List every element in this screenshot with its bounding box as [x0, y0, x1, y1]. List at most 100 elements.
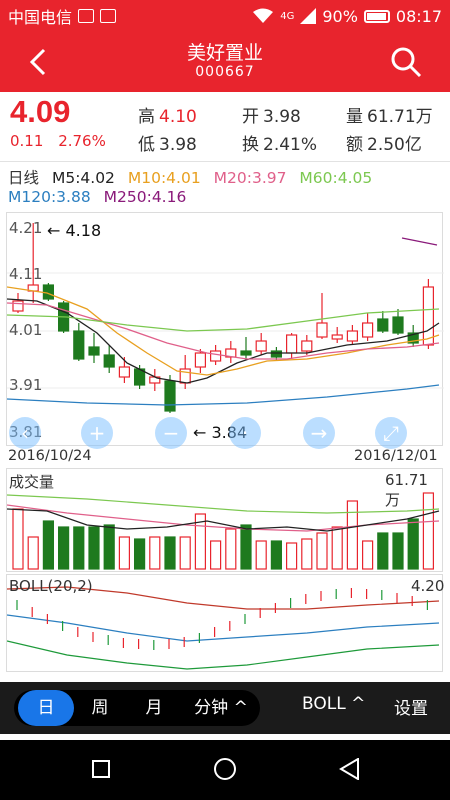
- volume-bar: [286, 542, 298, 570]
- pan-icon[interactable]: ·: [229, 417, 261, 449]
- zoom-in-icon[interactable]: +: [81, 417, 113, 449]
- candle-body: [255, 340, 267, 352]
- turnover-value: 2.41%: [263, 135, 318, 155]
- candle-body: [103, 354, 115, 368]
- clock: 08:17: [395, 6, 442, 26]
- ma-legend-row-2: M120:3.88 M250:4.16: [8, 188, 194, 206]
- candle-body: [210, 350, 222, 362]
- battery-icon: [363, 9, 390, 23]
- candle-body: [377, 318, 389, 332]
- volume-bar: [42, 520, 55, 570]
- kline-canvas: [7, 223, 444, 413]
- quote-panel: 4.09 0.11 2.76% 高 4.10 低 3.98 开 3.98 换 2.41%…: [0, 92, 450, 162]
- stock-code: 000667: [195, 64, 255, 80]
- volume-bar: [210, 540, 222, 570]
- volume-ma-line: [7, 494, 440, 514]
- triangle-back-icon[interactable]: [338, 758, 360, 780]
- settings-button[interactable]: 设置: [394, 694, 428, 719]
- volume-bar: [240, 524, 252, 570]
- ma10-label: M10:4.01: [127, 169, 201, 187]
- turnover-item: 换 2.41%: [242, 135, 318, 155]
- candle-body: [164, 380, 176, 412]
- period-tabbar: 日 周 月 分钟 ^ BOLL ^ 设置: [0, 682, 450, 734]
- max-marker: ← 4.18: [47, 221, 102, 240]
- change-value: 0.11: [10, 132, 44, 150]
- candle-body: [286, 334, 298, 354]
- ma-legend-row-1: 日线 M5:4.02 M10:4.01 M20:3.97 M60:4.05: [8, 166, 380, 188]
- tab-day[interactable]: 日: [18, 690, 74, 726]
- candle-body: [270, 350, 282, 358]
- image-icon: [100, 9, 117, 23]
- boll-chart[interactable]: BOLL(20,2) 4.20: [6, 574, 445, 672]
- tab-minute[interactable]: 分钟 ^: [184, 690, 258, 726]
- open-item: 开 3.98: [242, 107, 301, 127]
- period-label: 日线: [8, 169, 40, 187]
- boll-max: 4.20: [411, 577, 445, 595]
- candle-body: [88, 346, 100, 356]
- volume-bar: [331, 526, 343, 570]
- candle-body: [301, 340, 313, 352]
- network-label: 4G: [280, 10, 295, 22]
- kline-chart[interactable]: 4.21 4.11 4.01 3.91 3.81 ← 4.18 ← 3.84 ‹…: [6, 212, 444, 449]
- volume-chart[interactable]: 成交量 61.71万: [6, 468, 443, 572]
- fullscreen-icon[interactable]: ⤢: [375, 417, 407, 449]
- volume-bar: [346, 500, 358, 570]
- amount-value: 2.50亿: [367, 135, 422, 155]
- end-date: 2016/12/01: [354, 448, 438, 464]
- volume-bar: [316, 532, 328, 570]
- stock-name: 美好置业: [186, 42, 263, 64]
- tab-month[interactable]: 月: [130, 690, 178, 726]
- boll-lower: [7, 640, 440, 670]
- arrow-left-icon: ←: [47, 221, 61, 240]
- candle-body: [240, 350, 252, 356]
- system-navbar: [0, 740, 450, 800]
- current-price: 4.09: [10, 94, 71, 129]
- volume-bar: [255, 540, 267, 570]
- ma-line: [401, 237, 438, 246]
- start-date: 2016/10/24: [8, 448, 92, 464]
- wifi-icon: [253, 8, 274, 23]
- candle-body: [12, 300, 24, 312]
- candle-body: [118, 366, 131, 378]
- nav-left-icon[interactable]: ‹: [9, 417, 41, 449]
- zoom-out-icon[interactable]: −: [155, 417, 187, 449]
- volume-title: 成交量: [9, 473, 55, 491]
- candle-body: [422, 286, 434, 346]
- volume-bar: [225, 528, 237, 570]
- arrow-right-icon[interactable]: →: [303, 417, 335, 449]
- volume-bar: [118, 536, 131, 570]
- status-bar: 中国电信 4G 90% 08:17: [0, 0, 450, 32]
- high-value: 4.10: [159, 107, 197, 127]
- change-percent: 2.76%: [58, 132, 106, 150]
- volume-bar: [149, 536, 161, 570]
- volume-bar: [88, 526, 100, 570]
- volume-bar: [377, 532, 389, 570]
- volume-bar: [301, 538, 313, 570]
- arrow-left-icon: ←: [193, 423, 207, 442]
- chevron-up-icon: ^: [233, 698, 248, 718]
- boll-mid: [7, 614, 440, 642]
- indicator-selector[interactable]: BOLL ^: [302, 694, 365, 714]
- notification-icon: [78, 9, 95, 23]
- volume-bar: [12, 508, 24, 570]
- square-icon[interactable]: [92, 760, 110, 778]
- low-value: 3.98: [159, 135, 197, 155]
- period-segmented-control: 日 周 月 分钟 ^: [14, 690, 260, 726]
- tab-week[interactable]: 周: [76, 690, 124, 726]
- volume-canvas: [7, 492, 440, 570]
- candle-body: [392, 316, 404, 334]
- open-value: 3.98: [263, 107, 301, 127]
- high-item: 高 4.10: [138, 107, 197, 127]
- volume-value: 61.71万: [367, 107, 433, 127]
- candle-body: [316, 322, 328, 338]
- price-change: 0.11 2.76%: [10, 132, 116, 150]
- search-icon[interactable]: [388, 44, 424, 80]
- volume-bar: [164, 536, 176, 570]
- candle-body: [362, 322, 374, 338]
- volume-bar: [362, 540, 374, 570]
- circle-icon[interactable]: [214, 758, 236, 780]
- volume-bar: [27, 536, 39, 570]
- ma120-label: M120:3.88: [8, 188, 91, 206]
- y-label-3: 4.01: [9, 321, 43, 339]
- volume-bar: [407, 518, 419, 570]
